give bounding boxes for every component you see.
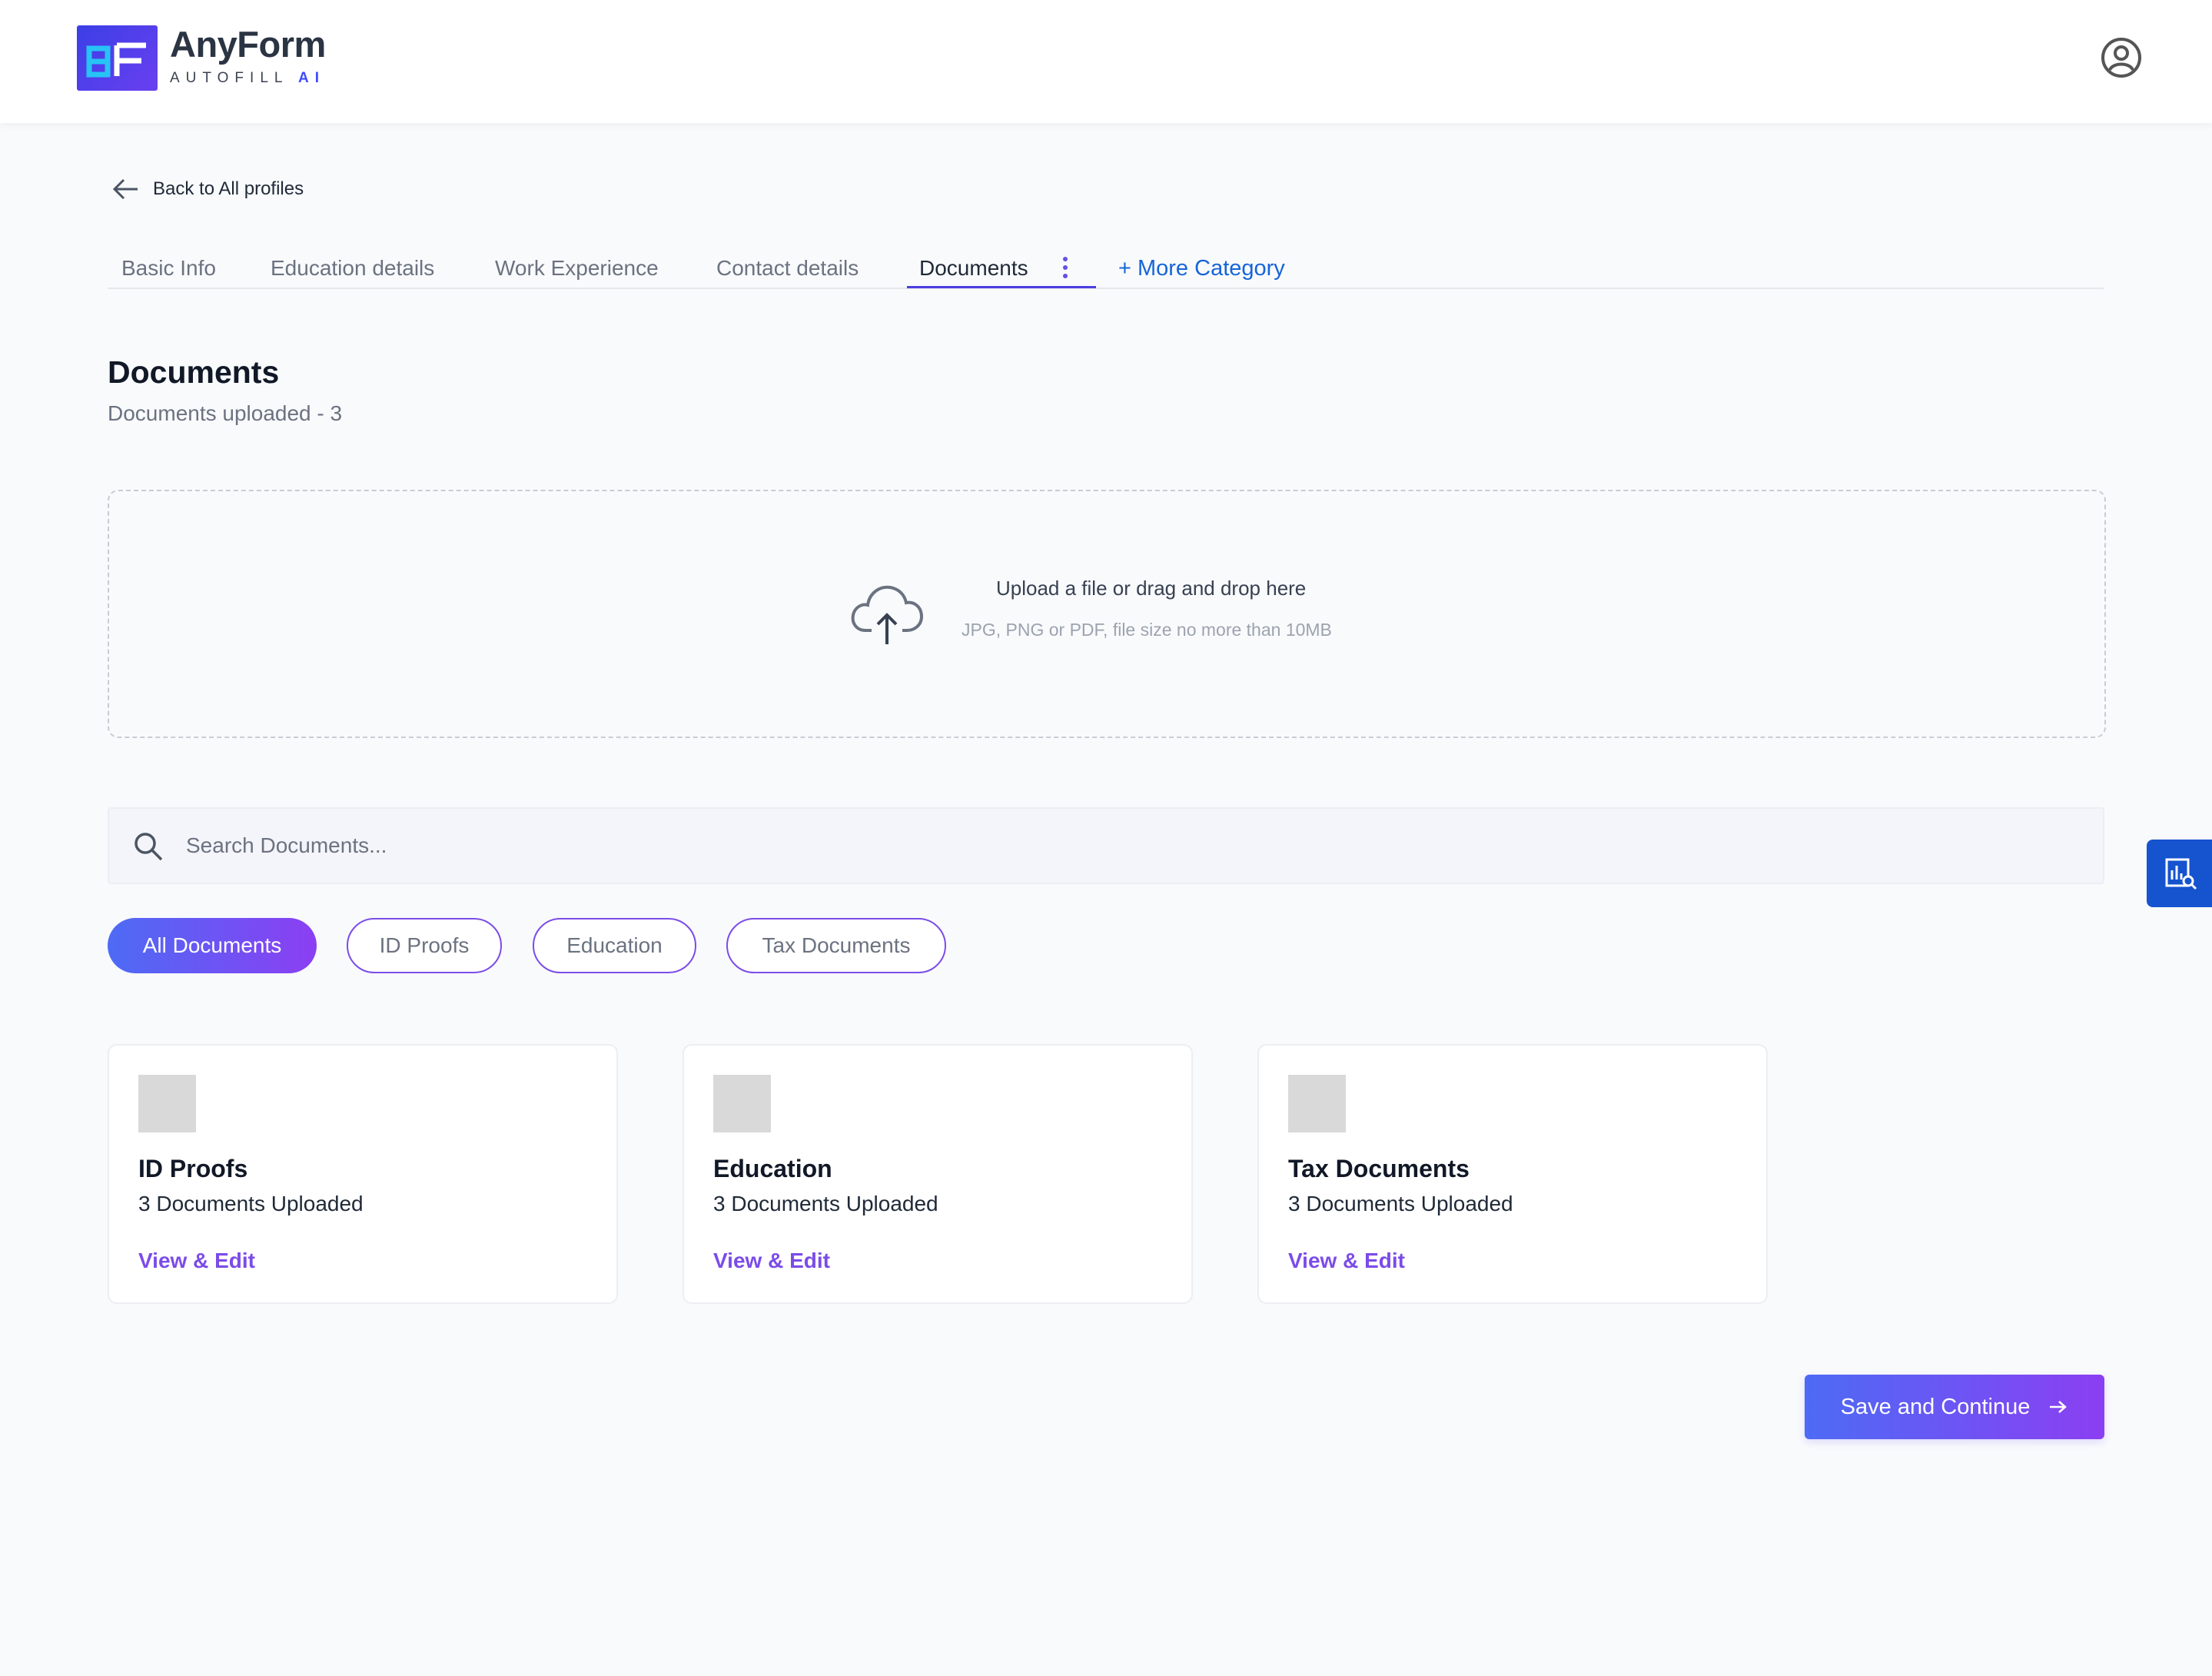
search-bar	[108, 807, 2104, 884]
cloud-upload-icon	[851, 585, 924, 644]
filter-all-documents[interactable]: All Documents	[108, 918, 317, 973]
tab-options-icon[interactable]	[1061, 257, 1070, 281]
search-icon	[135, 833, 163, 861]
view-edit-link[interactable]: View & Edit	[713, 1249, 830, 1273]
logo-icon	[86, 42, 146, 78]
tab-contact-details[interactable]: Contact details	[716, 254, 859, 289]
card-title: Tax Documents	[1288, 1155, 1470, 1182]
card-thumbnail	[1288, 1075, 1346, 1132]
upload-title: Upload a file or drag and drop here	[996, 577, 1307, 600]
logo-subtitle-main: AUTOFILL	[170, 70, 288, 86]
category-card-tax-documents: Tax Documents 3 Documents Uploaded View …	[1257, 1044, 1768, 1304]
more-category-button[interactable]: + More Category	[1118, 256, 1285, 281]
card-count: 3 Documents Uploaded	[1288, 1192, 1513, 1215]
filter-tax-documents[interactable]: Tax Documents	[726, 918, 946, 973]
card-thumbnail	[138, 1075, 196, 1132]
tab-basic-info[interactable]: Basic Info	[121, 254, 216, 289]
save-button-label: Save and Continue	[1840, 1394, 2031, 1419]
upload-hint: JPG, PNG or PDF, file size no more than …	[962, 620, 1332, 640]
arrow-left-icon	[112, 178, 138, 200]
tab-documents[interactable]: Documents	[919, 254, 1028, 289]
category-card-id-proofs: ID Proofs 3 Documents Uploaded View & Ed…	[108, 1044, 618, 1304]
card-thumbnail	[713, 1075, 771, 1132]
logo-text: AnyForm	[170, 24, 326, 65]
page-title: Documents	[108, 354, 280, 390]
category-tabs: Basic Info Education details Work Experi…	[108, 254, 2104, 289]
active-tab-indicator	[907, 286, 1096, 288]
search-input[interactable]	[186, 809, 2031, 883]
back-link-label: Back to All profiles	[153, 178, 304, 199]
tab-work-experience[interactable]: Work Experience	[495, 254, 659, 289]
category-card-education: Education 3 Documents Uploaded View & Ed…	[683, 1044, 1193, 1304]
documents-count: Documents uploaded - 3	[108, 401, 343, 425]
card-title: Education	[713, 1155, 832, 1182]
report-icon	[2165, 858, 2197, 890]
card-title: ID Proofs	[138, 1155, 248, 1182]
save-and-continue-button[interactable]: Save and Continue	[1805, 1375, 2104, 1439]
tab-education-details[interactable]: Education details	[271, 254, 434, 289]
logo-mark[interactable]	[77, 25, 158, 91]
view-edit-link[interactable]: View & Edit	[138, 1249, 255, 1273]
user-circle-icon[interactable]	[2101, 37, 2142, 78]
arrow-right-icon	[2050, 1401, 2068, 1413]
filter-id-proofs[interactable]: ID Proofs	[347, 918, 502, 973]
side-panel-toggle[interactable]	[2147, 840, 2212, 907]
logo-subtitle: AUTOFILL AI	[170, 70, 325, 87]
logo-subtitle-accent: AI	[298, 70, 326, 86]
card-count: 3 Documents Uploaded	[713, 1192, 938, 1215]
filter-education[interactable]: Education	[533, 918, 696, 973]
upload-dropzone[interactable]	[108, 490, 2106, 738]
card-count: 3 Documents Uploaded	[138, 1192, 364, 1215]
app-header: AnyForm AUTOFILL AI	[0, 0, 2212, 123]
view-edit-link[interactable]: View & Edit	[1288, 1249, 1405, 1273]
back-to-profiles-link[interactable]: Back to All profiles	[111, 174, 304, 205]
